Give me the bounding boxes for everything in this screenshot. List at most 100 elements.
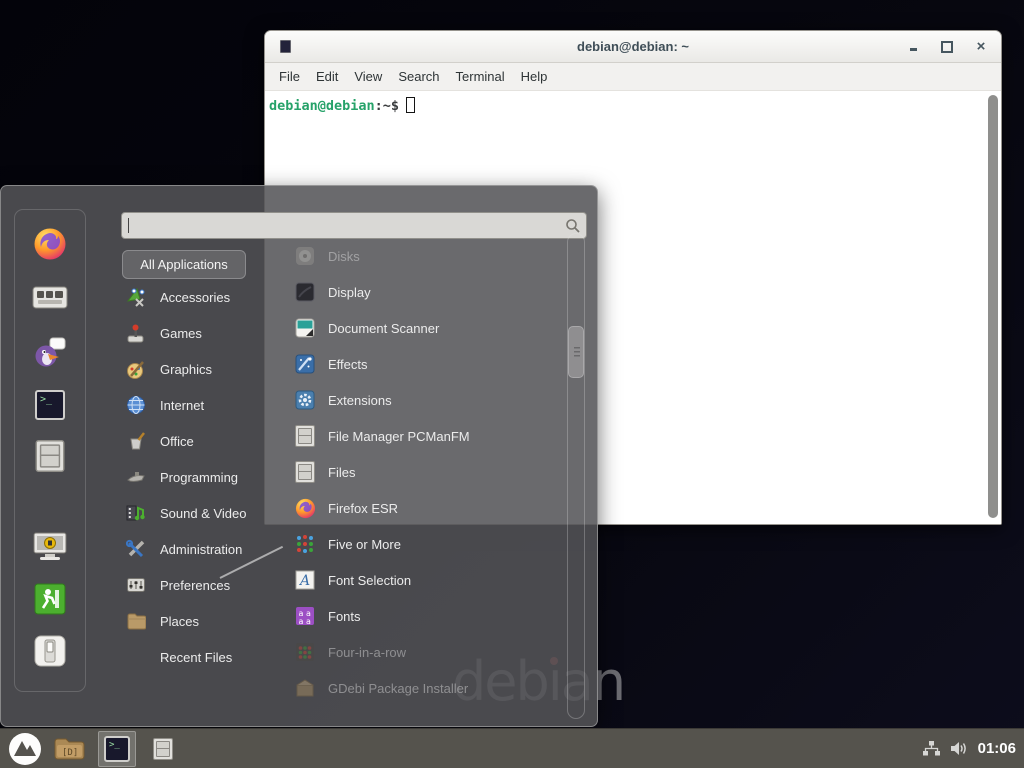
favorite-file-manager[interactable] [32, 438, 68, 474]
app-files[interactable]: Files [266, 454, 564, 490]
shut-down-icon [34, 635, 66, 667]
menu-file[interactable]: File [271, 65, 308, 88]
app-five-or-more[interactable]: Five or More [266, 526, 564, 562]
firefox-icon [294, 497, 316, 519]
internet-icon [126, 395, 146, 415]
control-center-icon [32, 284, 68, 312]
sound-video-icon [126, 503, 146, 523]
menu-button[interactable] [6, 731, 44, 767]
app-file-manager-pcmanfm[interactable]: File Manager PCManFM [266, 418, 564, 454]
app-fonts[interactable]: a a a a Fonts [266, 598, 564, 634]
network-icon[interactable] [923, 741, 940, 756]
menu-terminal[interactable]: Terminal [448, 65, 513, 88]
display-icon [294, 281, 316, 303]
app-extensions[interactable]: Extensions [266, 382, 564, 418]
svg-text:a a: a a [299, 617, 311, 626]
pidgin-icon [33, 336, 67, 368]
menu-scrollbar[interactable] [567, 233, 585, 719]
log-out-icon [34, 583, 66, 615]
terminal-task-button[interactable] [98, 731, 136, 767]
five-or-more-icon [294, 533, 316, 555]
app-document-scanner[interactable]: Document Scanner [266, 310, 564, 346]
package-icon [294, 677, 316, 699]
effects-icon [294, 353, 316, 375]
file-cabinet-icon [36, 440, 65, 472]
four-in-a-row-icon [294, 641, 316, 663]
category-sound-video[interactable]: Sound & Video [119, 495, 269, 531]
app-firefox-esr[interactable]: Firefox ESR [266, 490, 564, 526]
app-gdebi-package-installer[interactable]: GDebi Package Installer [266, 670, 564, 706]
category-preferences[interactable]: Preferences [119, 567, 269, 603]
menu-search-box[interactable] [121, 212, 587, 239]
application-menu: All Applications Accessories Games [0, 185, 598, 727]
search-icon [565, 218, 580, 233]
taskbar: [D] 01:06 [0, 728, 1024, 768]
app-four-in-a-row[interactable]: Four-in-a-row [266, 634, 564, 670]
terminal-scrollbar-thumb[interactable] [988, 95, 998, 518]
category-administration[interactable]: Administration [119, 531, 269, 567]
lock-screen-icon [32, 531, 68, 563]
close-button[interactable] [975, 41, 987, 53]
svg-text:[D]: [D] [62, 748, 78, 758]
menu-help[interactable]: Help [513, 65, 556, 88]
log-out-button[interactable] [32, 581, 68, 617]
app-font-selection[interactable]: A Font Selection [266, 562, 564, 598]
app-effects[interactable]: Effects [266, 346, 564, 382]
desktop-folder-icon: [D] [53, 735, 86, 763]
file-cabinet-icon [294, 425, 316, 447]
clock[interactable]: 01:06 [978, 740, 1016, 757]
file-cabinet-icon [153, 738, 173, 760]
scrollbar-grip [574, 347, 580, 357]
games-icon [126, 323, 146, 343]
preferences-icon [126, 575, 146, 595]
category-internet[interactable]: Internet [119, 387, 269, 423]
category-graphics[interactable]: Graphics [119, 351, 269, 387]
menu-search[interactable]: Search [390, 65, 447, 88]
font-selection-icon: A [294, 569, 316, 591]
file-manager-task-button[interactable] [144, 731, 182, 767]
fonts-icon: a a a a [294, 605, 316, 627]
favorite-firefox[interactable] [32, 226, 68, 262]
category-programming[interactable]: Programming [119, 459, 269, 495]
category-recent-files[interactable]: Recent Files [119, 639, 269, 675]
app-display[interactable]: Display [266, 274, 564, 310]
office-icon [126, 431, 146, 451]
application-list: Disks Display Document Scanner [266, 238, 564, 708]
text-caret [128, 218, 129, 233]
terminal-scrollbar[interactable] [987, 93, 999, 522]
administration-icon [126, 539, 146, 559]
menu-scrollbar-thumb[interactable] [568, 326, 584, 378]
category-office[interactable]: Office [119, 423, 269, 459]
menu-view[interactable]: View [346, 65, 390, 88]
menu-edit[interactable]: Edit [308, 65, 346, 88]
favorite-terminal[interactable] [32, 387, 68, 423]
firefox-icon [33, 227, 67, 261]
terminal-titlebar[interactable]: debian@debian: ~ [265, 31, 1001, 63]
maximize-button[interactable] [941, 41, 953, 53]
file-cabinet-icon [294, 461, 316, 483]
shut-down-button[interactable] [32, 633, 68, 669]
svg-text:A: A [298, 573, 310, 589]
favorite-pidgin[interactable] [32, 334, 68, 370]
app-disks[interactable]: Disks [266, 238, 564, 274]
desktop-folder-button[interactable]: [D] [50, 731, 88, 767]
programming-icon [126, 467, 146, 487]
desktop: debıan debian@debian: ~ File Edit View S… [0, 0, 1024, 768]
search-input[interactable] [131, 218, 565, 233]
terminal-icon [104, 736, 130, 762]
favorite-control-center[interactable] [32, 280, 68, 316]
places-icon [126, 611, 146, 631]
category-accessories[interactable]: Accessories [119, 279, 269, 315]
minimize-button[interactable] [907, 41, 919, 53]
extensions-icon [294, 389, 316, 411]
terminal-icon [35, 390, 65, 420]
disks-icon [294, 245, 316, 267]
volume-icon[interactable] [950, 741, 968, 756]
category-places[interactable]: Places [119, 603, 269, 639]
all-applications-button[interactable]: All Applications [122, 250, 246, 279]
graphics-icon [126, 359, 146, 379]
menu-logo-icon [8, 732, 42, 766]
category-games[interactable]: Games [119, 315, 269, 351]
terminal-cursor [406, 97, 415, 113]
lock-screen-button[interactable] [32, 529, 68, 565]
